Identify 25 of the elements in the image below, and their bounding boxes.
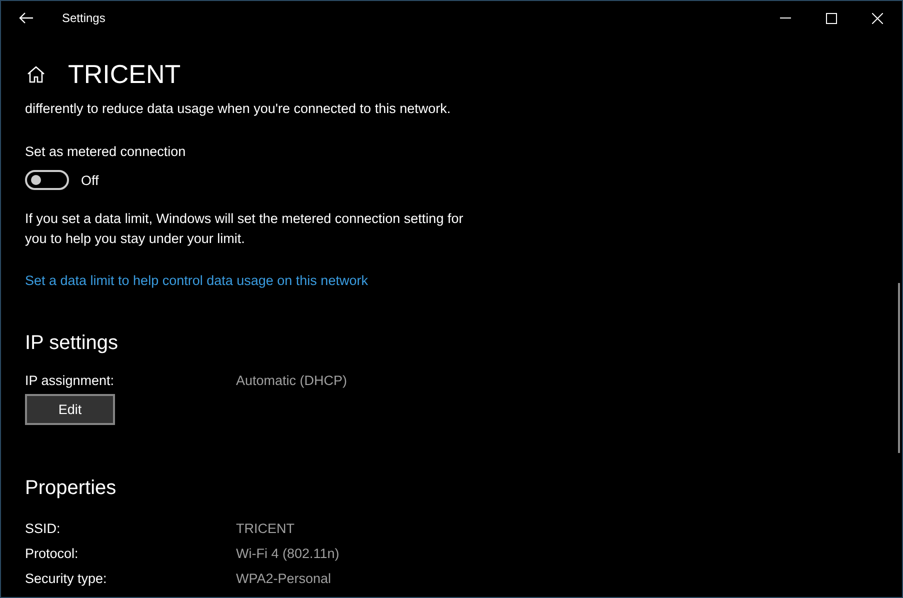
page-title: TRICENT <box>68 58 181 90</box>
close-icon[interactable] <box>872 12 883 24</box>
metered-toggle[interactable] <box>25 170 69 190</box>
window-title: Settings <box>62 11 106 25</box>
property-label: Protocol: <box>25 545 80 563</box>
property-label: SSID: <box>25 520 62 538</box>
setting-label: Set as metered connection <box>25 143 187 161</box>
minimize-icon[interactable] <box>780 17 791 19</box>
description-text: differently to reduce data usage when you're connected to this network. <box>25 100 452 118</box>
section-heading: Properties <box>25 477 118 500</box>
data-limit-link[interactable]: Set a data limit to help control data usage on this network <box>25 272 368 290</box>
scrollbar[interactable] <box>898 283 900 453</box>
property-value: TRICENT <box>236 520 294 538</box>
toggle-state-label: Off <box>81 172 99 188</box>
maximize-icon[interactable] <box>826 12 837 24</box>
property-value: Automatic (DHCP) <box>236 372 348 390</box>
data-limit-note: If you set a data limit, Windows will set the metered connection setting for you to help you stay under your limit. <box>25 210 464 248</box>
edit-button[interactable]: Edit <box>25 394 115 425</box>
property-label: Security type: <box>25 570 108 588</box>
property-value: WPA2-Personal <box>236 570 332 588</box>
property-value: Wi-Fi 4 (802.11n) <box>236 545 340 563</box>
property-label: IP assignment: <box>25 372 116 390</box>
home-icon[interactable] <box>27 66 45 82</box>
section-heading: IP settings <box>25 332 120 355</box>
back-icon[interactable] <box>19 12 33 24</box>
